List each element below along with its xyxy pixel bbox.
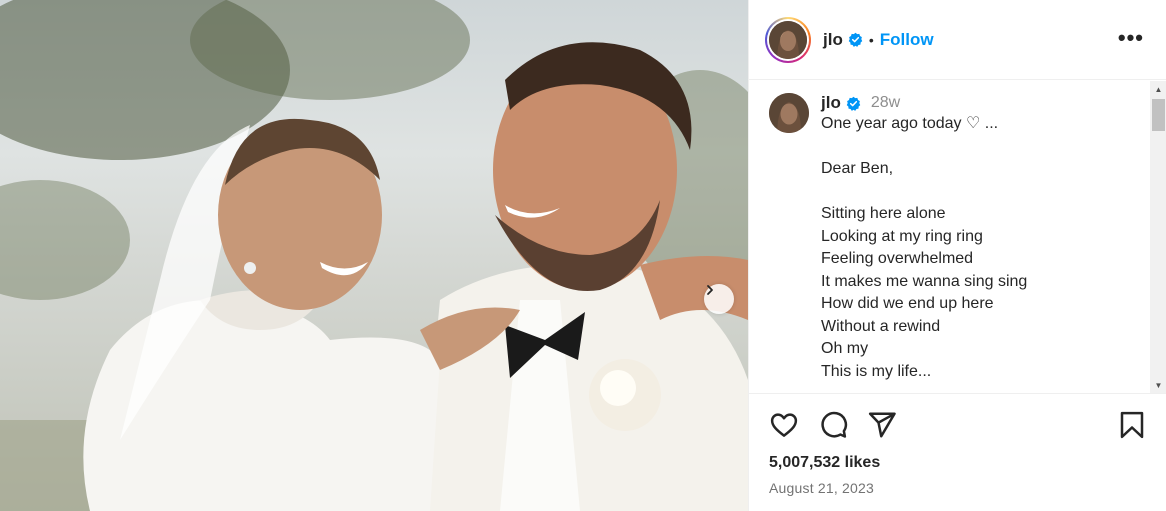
caption-line: Oh my [821,340,869,357]
caption-line: One year ago today ♡ ... [821,115,999,132]
scroll-thumb[interactable] [1152,99,1165,131]
post-photo[interactable] [0,0,748,511]
caption-line: This is my life... [821,362,932,380]
story-ring[interactable] [765,16,811,63]
caption-line: Feeling overwhelmed [821,250,974,267]
action-bar [769,410,1147,442]
heart-icon[interactable] [769,410,799,440]
scroll-down-arrow-icon[interactable]: ▼ [1150,377,1166,393]
caption-text: One year ago today ♡ ... Dear Ben, Sitti… [821,113,1027,383]
likes-count[interactable]: 5,007,532 likes [769,454,880,472]
separator-dot: • [868,31,874,48]
chevron-right-icon [707,285,713,295]
avatar[interactable] [769,20,807,59]
caption-line: Sitting here alone [821,205,946,222]
username[interactable]: jlo [823,30,843,50]
caption-line: It makes me wanna sing sing [821,272,1028,290]
caption: jlo 28w One year ago today ♡ ... Dear Be… [769,93,1027,383]
scroll-up-arrow-icon[interactable]: ▲ [1150,81,1166,98]
verified-badge-icon [848,32,863,47]
follow-button[interactable]: Follow [880,30,934,50]
caption-timestamp[interactable]: 28w [871,94,900,112]
verified-badge-icon [846,96,861,111]
more-options-icon[interactable]: ••• [1118,27,1144,49]
caption-line: Looking at my ring ring [821,227,983,245]
carousel-next-button[interactable] [704,284,734,314]
caption-area[interactable]: jlo 28w One year ago today ♡ ... Dear Be… [749,81,1166,394]
caption-avatar[interactable] [769,93,809,133]
wedding-photo-illustration [0,0,748,511]
share-icon[interactable] [867,410,897,440]
caption-scrollbar[interactable]: ▲ ▼ [1150,81,1166,393]
caption-line: Dear Ben, [821,160,894,177]
bookmark-icon[interactable] [1117,410,1147,440]
comment-icon[interactable] [818,410,848,440]
caption-line: Without a rewind [821,317,941,335]
caption-line: How did we end up here [821,295,994,312]
post-date[interactable]: August 21, 2023 [769,480,874,496]
post-side-panel: jlo • Follow ••• jlo 28w One year ago to… [748,0,1166,511]
post-header: jlo • Follow ••• [749,0,1166,80]
caption-username[interactable]: jlo [821,93,841,113]
